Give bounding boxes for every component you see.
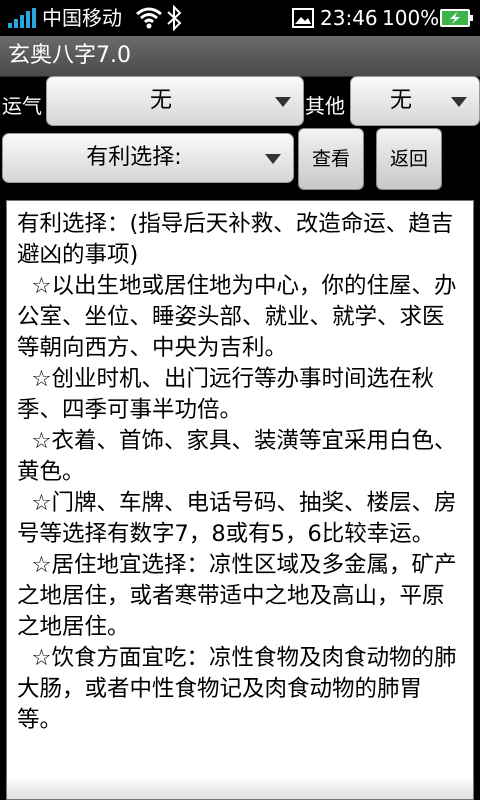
battery-percent: 100%: [382, 6, 440, 30]
back-button[interactable]: 返回: [376, 128, 442, 190]
youli-value: 有利选择:: [86, 145, 182, 170]
battery-charging-icon: [440, 9, 473, 27]
yunqi-label: 运气: [2, 94, 42, 118]
app-title: 玄奥八字7.0: [8, 43, 131, 68]
carrier-name: 中国移动: [42, 6, 122, 30]
chevron-down-icon: [265, 154, 281, 164]
app-title-bar: 玄奥八字7.0: [0, 36, 480, 77]
result-paragraph: ☆居住地宜选择：凉性区域及多金属，矿产之地居住，或者寒带适中之地及高山，平原之地…: [17, 552, 457, 640]
result-paragraph: ☆衣着、首饰、家具、装潢等宜采用白色、黄色。: [17, 428, 457, 485]
bluetooth-icon: [167, 5, 182, 31]
image-notification-icon: [292, 8, 314, 28]
scroll-fade: [7, 777, 473, 799]
result-paragraph: ☆门牌、车牌、电话号码、抽奖、楼层、房号等选择有数字7，8或有5，6比较幸运。: [17, 490, 457, 547]
result-text: 有利选择：(指导后天补救、改造命运、趋吉避凶的事项) ☆以出生地或居住地为中心，…: [7, 201, 473, 736]
view-button[interactable]: 查看: [298, 128, 364, 190]
clock: 23:46: [320, 6, 378, 30]
yunqi-value: 无: [149, 88, 172, 113]
youli-spinner[interactable]: 有利选择:: [2, 133, 294, 183]
result-paragraph: ☆创业时机、出门远行等办事时间选在秋季、四季可事半功倍。: [17, 366, 434, 423]
qita-spinner[interactable]: 无: [350, 76, 480, 126]
qita-value: 无: [389, 88, 412, 113]
chevron-down-icon: [451, 97, 467, 107]
yunqi-spinner[interactable]: 无: [46, 76, 304, 126]
status-bar: 中国移动 23:46 100%: [0, 0, 480, 36]
result-paragraph: ☆以出生地或居住地为中心，你的住屋、办公室、坐位、睡姿头部、就业、就学、求医等朝…: [17, 273, 457, 361]
result-text-panel[interactable]: 有利选择：(指导后天补救、改造命运、趋吉避凶的事项) ☆以出生地或居住地为中心，…: [6, 200, 474, 800]
wifi-icon: [136, 7, 162, 29]
qita-label: 其他: [305, 94, 345, 118]
result-paragraph: 有利选择：(指导后天补救、改造命运、趋吉避凶的事项): [17, 211, 454, 268]
signal-icon: [8, 8, 38, 28]
result-paragraph: ☆饮食方面宜吃：凉性食物及肉食动物的肺大肠，或者中性食物记及肉食动物的肺胃等。: [17, 645, 457, 733]
chevron-down-icon: [275, 97, 291, 107]
